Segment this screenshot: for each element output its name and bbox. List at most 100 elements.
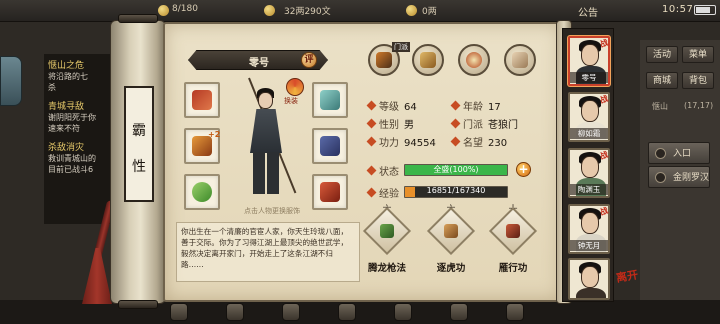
top-status-bar: 8/180 32两290文 0两 公告 10:57 [0,0,720,22]
meridian-icon[interactable] [458,44,490,76]
skill-name: 雁行功 [498,263,528,274]
status-bar: 全盛(100%) [404,164,508,176]
activity-button[interactable]: 活动 [646,46,678,63]
trait-plaque: 霸 性 [124,86,154,202]
shop-button[interactable]: 金刚罗汉 [648,166,710,188]
boots-icon [320,182,340,202]
exp-bar-text: 16851/167340 [426,186,486,195]
scroll-title-icon [420,52,436,68]
skill-name: 逐虎功 [436,263,466,274]
location-name: 惬山 [652,102,668,111]
skill-slot[interactable]: 六 逐虎功 [420,205,482,274]
left-edge-button[interactable] [0,56,22,106]
hero-head [258,92,273,109]
member-name: 柳如霜 [570,128,608,139]
currency-icon [406,5,417,16]
battery-icon [694,5,716,15]
evaluate-button[interactable]: 评 [301,52,317,68]
exp-label: 经验 [366,185,399,200]
member-face [581,212,599,234]
location-coords: (17,17) [684,101,714,110]
hero-body [250,109,282,153]
announcement-button[interactable]: 公告 [578,4,598,19]
armor-icon [320,136,340,156]
money-icon [264,5,275,16]
roller-cap-top [118,14,158,23]
character-portrait[interactable] [238,77,297,204]
status-label: 状态 [366,163,399,178]
skill-book-icon [380,224,394,238]
stat-bullet [450,100,461,111]
equip-slot-bracer[interactable] [184,82,220,118]
member-name: 钟无月 [570,240,608,251]
title-icon[interactable] [412,44,444,76]
stat-fame: 名望 230 [450,134,507,149]
stat-sect: 门派 苍狼门 [450,116,518,131]
bottom-menu-icon[interactable] [226,303,244,321]
skill-fist-icon [444,224,458,238]
menu-button[interactable]: 菜单 [682,46,714,63]
stat-age: 年龄 17 [450,98,501,113]
bag-button[interactable]: 背包 [682,72,714,89]
entrance-label: 入口 [673,149,692,159]
stat-level: 等级 64 [366,98,417,113]
skill-slot[interactable]: 六 腾龙枪法 [356,205,418,274]
spear-icon [192,136,212,156]
enhance-level: +2 [208,130,221,139]
bottom-menu-icon[interactable] [394,303,412,321]
jade-icon [192,182,212,202]
stat-bullet [366,136,377,147]
helmet-icon [320,90,340,110]
member-face [581,266,599,288]
party-member[interactable] [568,258,610,300]
entrance-icon [655,148,666,159]
sect-emblem [376,52,392,68]
skill-boot-icon [506,224,520,238]
member-name: 零号 [570,72,608,83]
roller-cap-bottom [118,300,158,309]
currency-value: 0两 [422,7,437,17]
bottom-menu-icon[interactable] [170,303,188,321]
bottom-menu-icon[interactable] [282,303,300,321]
money-value: 32两290文 [284,7,331,17]
member-face [581,156,599,178]
trait-char: 性 [132,159,146,175]
bottom-menu-icon[interactable] [506,303,524,321]
stat-bullet [366,100,377,111]
equip-slot-helmet[interactable] [312,82,348,118]
hero-legs [253,152,279,194]
bottom-menu-icon[interactable] [450,303,468,321]
stat-gender: 性别男 [366,116,414,131]
stamina-icon [158,5,169,16]
change-outfit-hint: 点击人物更换服饰 [244,207,300,215]
leave-button[interactable]: 离开 [615,266,639,286]
equip-slot-armor[interactable] [312,128,348,164]
equip-slot-weapon[interactable]: +2 [184,128,220,164]
shop-icon [655,172,666,183]
restore-status-button[interactable]: + [516,162,531,177]
skill-name: 腾龙枪法 [367,263,406,274]
clock: 10:57 [662,4,694,15]
figure-icon [512,52,528,68]
exp-bar: 16851/167340 [404,186,508,198]
member-name: 陶渊玉 [570,184,608,195]
member-face [581,44,599,66]
scroll-tassel [82,248,112,304]
status-bar-text: 全盛(100%) [433,165,479,174]
body-icon[interactable] [504,44,536,76]
stat-bullet [366,165,377,176]
bottom-menu-icon[interactable] [338,303,356,321]
equip-slot-boots[interactable] [312,174,348,210]
equip-slot-accessory[interactable] [184,174,220,210]
trait-char: 霸 [132,123,146,139]
stat-bullet [450,118,461,129]
stat-power: 功力 94554 [366,134,436,149]
stamina-value: 8/180 [172,4,198,14]
skill-slot[interactable]: 十 雁行功 [482,205,544,274]
stat-bullet [366,118,377,129]
meridian-orb-icon [466,52,482,68]
entrance-button[interactable]: 入口 [648,142,710,164]
mall-button[interactable]: 商城 [646,72,678,89]
stat-bullet [366,187,377,198]
stat-bullet [450,136,461,147]
